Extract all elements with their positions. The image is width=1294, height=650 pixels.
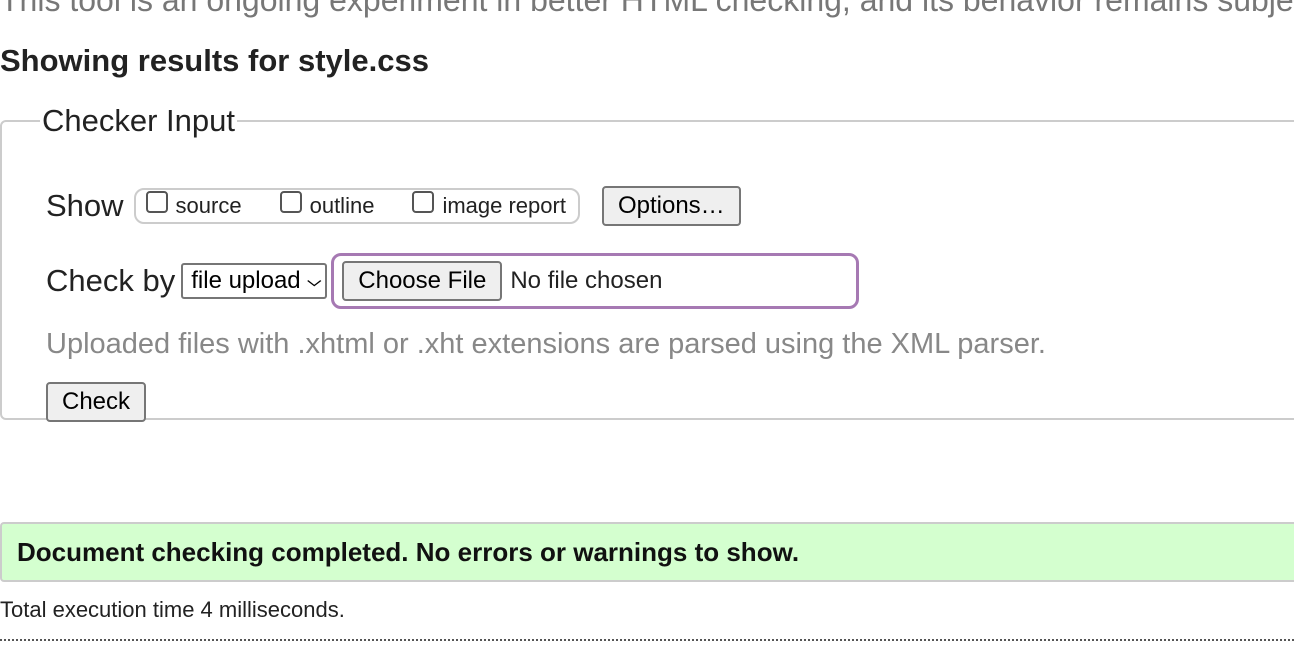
show-outline-option[interactable]: outline <box>279 191 375 219</box>
show-image-report-option[interactable]: image report <box>412 191 566 219</box>
source-checkbox[interactable] <box>145 191 168 213</box>
checker-input-legend: Checker Input <box>42 103 235 138</box>
execution-time: Total execution time 4 milliseconds. <box>0 597 345 622</box>
check-by-selected-value: file upload <box>191 267 301 294</box>
source-checkbox-label: source <box>175 193 242 218</box>
image-report-checkbox-label: image report <box>442 193 566 218</box>
check-by-select[interactable]: file upload ⌵ <box>181 263 328 299</box>
intro-text: This tool is an ongoing experiment in be… <box>0 0 1294 18</box>
chevron-down-icon: ⌵ <box>307 272 321 289</box>
results-heading: Showing results for style.css <box>0 43 429 78</box>
upload-note: Uploaded files with .xhtml or .xht exten… <box>46 328 1046 360</box>
check-by-label: Check by <box>46 263 176 298</box>
choose-file-button[interactable]: Choose File <box>342 261 503 301</box>
show-row: Show source outline image report Options… <box>46 186 741 226</box>
dotted-divider <box>0 639 1294 641</box>
show-source-option[interactable]: source <box>145 191 242 219</box>
check-button[interactable]: Check <box>46 382 147 422</box>
show-label: Show <box>46 188 124 223</box>
show-options-group: source outline image report <box>133 188 580 224</box>
file-input[interactable]: Choose File No file chosen <box>331 253 860 309</box>
check-by-row: Check by file upload ⌵ Choose File No fi… <box>46 253 860 309</box>
outline-checkbox-label: outline <box>309 193 375 218</box>
image-report-checkbox[interactable] <box>412 191 435 213</box>
outline-checkbox[interactable] <box>279 191 302 213</box>
options-button[interactable]: Options… <box>601 186 741 226</box>
checker-input-fieldset: Checker Input Show source outline image … <box>0 103 1294 422</box>
file-status-text: No file chosen <box>510 267 663 294</box>
success-message: Document checking completed. No errors o… <box>0 522 1294 582</box>
